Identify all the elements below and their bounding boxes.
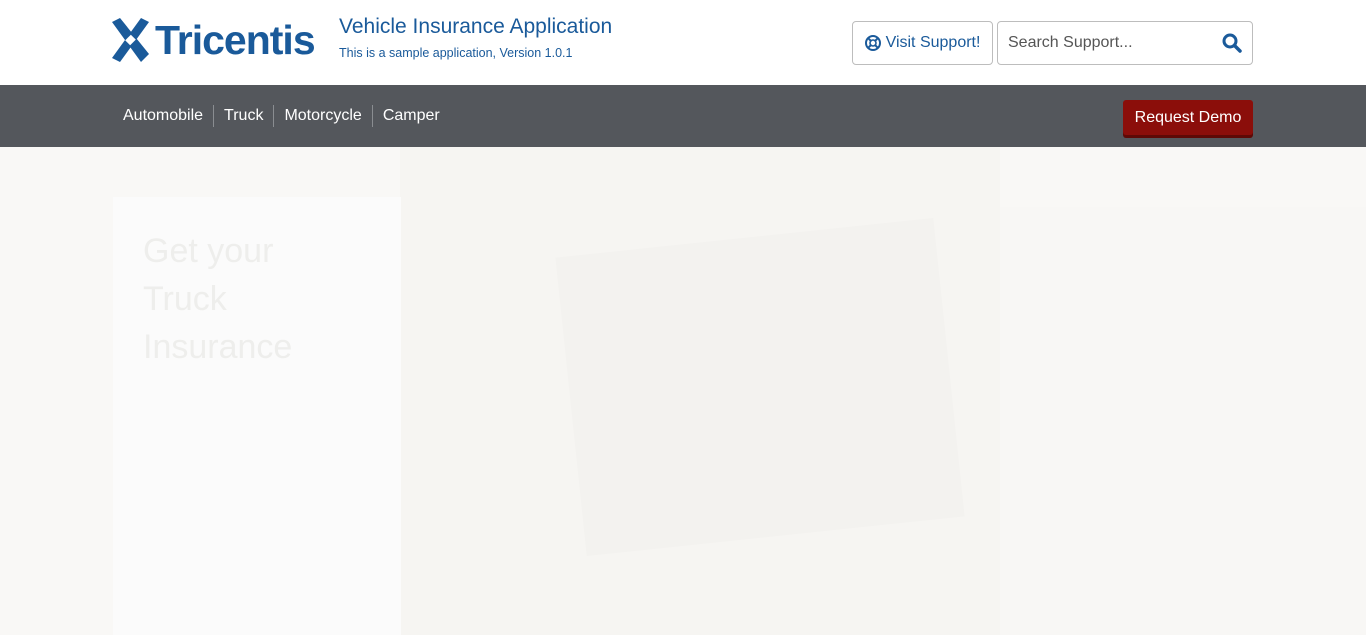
visit-support-button[interactable]: Visit Support! <box>852 21 993 65</box>
request-demo-button[interactable]: Request Demo <box>1123 100 1253 135</box>
header: Tricentis Vehicle Insurance Application … <box>0 0 1366 85</box>
logo-text: Tricentis <box>155 17 316 63</box>
background-image-detail <box>1000 207 1366 635</box>
visit-support-label: Visit Support! <box>885 34 981 51</box>
intro-heading: Get your Truck Insurance <box>143 232 293 366</box>
nav-item-camper[interactable]: Camper <box>373 105 450 127</box>
navbar: Automobile Truck Motorcycle Camper Reque… <box>0 85 1366 147</box>
app-subtitle: This is a sample application, Version 1.… <box>339 46 573 60</box>
lifebuoy-icon <box>864 35 881 51</box>
nav-item-automobile[interactable]: Automobile <box>113 105 213 127</box>
main-content: Get your Truck Insurance <box>0 147 1366 635</box>
search-input[interactable] <box>998 22 1213 64</box>
nav-item-motorcycle[interactable]: Motorcycle <box>274 105 371 127</box>
nav-item-truck[interactable]: Truck <box>214 105 273 127</box>
intro-card: Get your Truck Insurance <box>113 197 401 635</box>
search-box <box>997 21 1253 65</box>
nav-menu: Automobile Truck Motorcycle Camper <box>113 105 450 127</box>
tricentis-x-logo-icon <box>112 18 149 62</box>
app-title: Vehicle Insurance Application <box>339 15 613 38</box>
background-image-detail <box>555 217 965 557</box>
search-icon[interactable] <box>1222 33 1242 53</box>
tricentis-logo[interactable]: Tricentis <box>112 17 316 63</box>
